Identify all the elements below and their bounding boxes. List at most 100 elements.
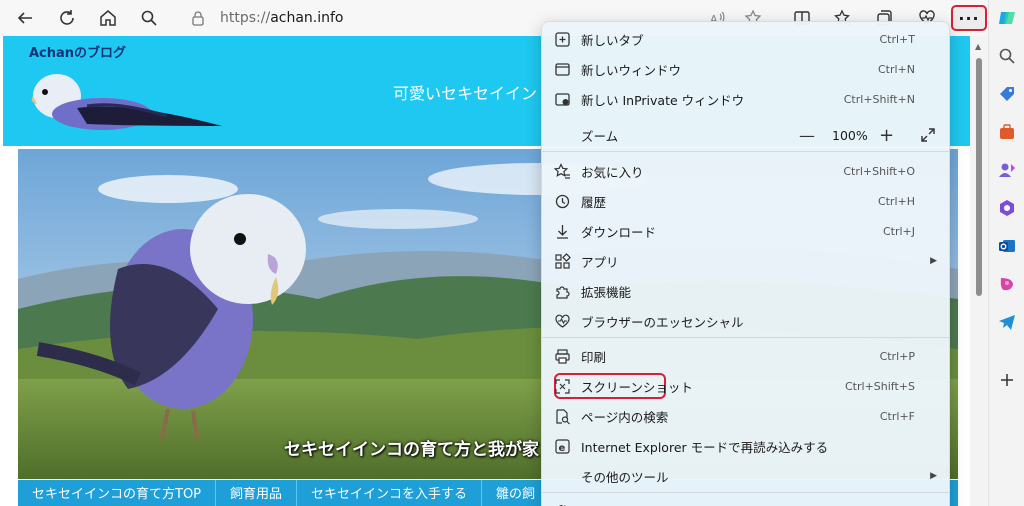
menu-item-screenshot[interactable]: スクリーンショット Ctrl+Shift+S <box>542 371 949 401</box>
search-icon <box>141 10 157 26</box>
find-on-page-label: ページ内の検索 <box>581 409 669 425</box>
chevron-right-icon: ▶ <box>930 256 937 266</box>
home-icon <box>100 10 116 26</box>
new-inprivate-shortcut: Ctrl+Shift+N <box>843 92 915 106</box>
favorites-shortcut: Ctrl+Shift+O <box>843 164 915 178</box>
menu-item-apps[interactable]: アプリ ▶ <box>542 246 949 276</box>
url-protocol: https:// <box>220 10 271 26</box>
settings-and-more-menu: 新しいタブ Ctrl+T 新しいウィンドウ Ctrl+N 新しい InPriva… <box>541 21 950 506</box>
print-label: 印刷 <box>581 349 607 365</box>
outlook-icon[interactable] <box>997 236 1017 256</box>
puzzle-piece-icon <box>553 282 571 300</box>
telegram-send-icon[interactable] <box>997 312 1017 332</box>
nav-item-chicks[interactable]: 雛の飼 <box>482 480 551 506</box>
new-window-shortcut: Ctrl+N <box>877 62 915 76</box>
chevron-right-icon: ▶ <box>930 471 937 481</box>
menu-item-browser-essentials[interactable]: ブラウザーのエッセンシャル <box>542 306 949 336</box>
downloads-shortcut: Ctrl+J <box>882 224 915 238</box>
new-tab-icon <box>553 30 571 48</box>
address-bar[interactable]: https://achan.info <box>190 8 344 28</box>
ie-mode-label: Internet Explorer モードで再読み込みする <box>581 439 829 455</box>
screenshot-label: スクリーンショット <box>581 379 693 395</box>
new-inprivate-label: 新しい InPrivate ウィンドウ <box>581 92 745 108</box>
refresh-button[interactable] <box>53 4 81 32</box>
add-sidebar-app-icon[interactable] <box>997 370 1017 390</box>
gear-icon <box>553 502 571 506</box>
heart-pulse-icon <box>553 312 571 330</box>
downloads-label: ダウンロード <box>581 224 657 240</box>
back-button[interactable] <box>11 4 39 32</box>
history-shortcut: Ctrl+H <box>877 194 915 208</box>
printer-icon <box>553 347 571 365</box>
find-page-icon <box>553 407 571 425</box>
more-tools-label: その他のツール <box>581 469 669 485</box>
menu-item-more-tools[interactable]: その他のツール ▶ <box>542 461 949 491</box>
history-icon <box>553 192 571 210</box>
zoom-label: ズーム <box>581 128 619 144</box>
nav-item-supplies[interactable]: 飼育用品 <box>216 480 298 506</box>
print-shortcut: Ctrl+P <box>879 349 915 363</box>
home-button[interactable] <box>94 4 122 32</box>
menu-item-history[interactable]: 履歴 Ctrl+H <box>542 186 949 216</box>
menu-divider <box>542 492 949 493</box>
shopping-tag-icon[interactable] <box>997 84 1017 104</box>
hero-caption: セキセイインコの育て方と我が家 <box>284 440 539 460</box>
refresh-icon <box>60 10 74 25</box>
history-label: 履歴 <box>581 194 607 210</box>
scroll-up-arrow-icon[interactable]: ▲ <box>975 42 981 51</box>
nav-item-acquire[interactable]: セキセイインコを入手する <box>297 480 483 506</box>
games-icon[interactable] <box>997 160 1017 180</box>
favorites-label: お気に入り <box>581 164 644 180</box>
zoom-out-button[interactable]: — <box>799 126 815 145</box>
inprivate-icon <box>553 90 571 108</box>
menu-item-downloads[interactable]: ダウンロード Ctrl+J <box>542 216 949 246</box>
new-window-label: 新しいウィンドウ <box>581 62 682 78</box>
scroll-thumb[interactable] <box>976 58 982 296</box>
screenshot-shortcut: Ctrl+Shift+S <box>845 379 915 393</box>
settings-label: 設定 <box>581 502 606 506</box>
favorites-icon <box>553 162 571 180</box>
menu-item-favorites[interactable]: お気に入り Ctrl+Shift+O <box>542 156 949 186</box>
menu-item-zoom: ズーム — 100% + <box>542 120 949 150</box>
download-icon <box>553 222 571 240</box>
svg-text:e: e <box>558 443 565 454</box>
new-window-icon <box>553 60 571 78</box>
microsoft-365-icon[interactable] <box>997 198 1017 218</box>
menu-item-ie-mode[interactable]: e Internet Explorer モードで再読み込みする <box>542 431 949 461</box>
blog-tagline: 可愛いセキセイイン <box>393 84 538 103</box>
browser-essentials-label: ブラウザーのエッセンシャル <box>581 314 744 330</box>
copilot-icon[interactable] <box>997 8 1017 28</box>
fullscreen-icon[interactable] <box>920 127 936 143</box>
apps-label: アプリ <box>581 254 619 270</box>
menu-divider <box>542 151 949 152</box>
page-scrollbar[interactable]: ▲ <box>972 36 986 506</box>
search-button[interactable] <box>135 4 163 32</box>
menu-item-find-on-page[interactable]: ページ内の検索 Ctrl+F <box>542 401 949 431</box>
nav-item-top[interactable]: セキセイインコの育て方TOP <box>18 480 217 506</box>
zoom-in-button[interactable]: + <box>879 125 894 146</box>
zoom-value: 100% <box>832 127 868 143</box>
menu-item-extensions[interactable]: 拡張機能 <box>542 276 949 306</box>
new-tab-shortcut: Ctrl+T <box>879 32 915 46</box>
url-host: achan.info <box>270 10 344 26</box>
apps-icon <box>553 252 571 270</box>
settings-and-more-button[interactable]: ··· <box>951 5 987 31</box>
menu-item-new-inprivate[interactable]: 新しい InPrivate ウィンドウ Ctrl+Shift+N <box>542 84 949 114</box>
sidebar-search-icon[interactable] <box>997 46 1017 66</box>
menu-item-settings[interactable]: 設定 <box>542 496 949 506</box>
edge-sidebar <box>988 0 1024 506</box>
menu-divider <box>542 337 949 338</box>
menu-item-new-window[interactable]: 新しいウィンドウ Ctrl+N <box>542 54 949 84</box>
menu-item-print[interactable]: 印刷 Ctrl+P <box>542 341 949 371</box>
tools-briefcase-icon[interactable] <box>997 122 1017 142</box>
budgie-logo-image <box>31 74 222 130</box>
lock-icon <box>192 11 204 26</box>
find-on-page-shortcut: Ctrl+F <box>879 409 915 423</box>
menu-item-new-tab[interactable]: 新しいタブ Ctrl+T <box>542 24 949 54</box>
designer-icon[interactable] <box>997 274 1017 294</box>
new-tab-label: 新しいタブ <box>581 32 644 48</box>
screenshot-icon <box>553 377 571 395</box>
arrow-left-icon <box>17 12 32 24</box>
internet-explorer-icon: e <box>553 437 571 455</box>
blog-title[interactable]: Achanのブログ <box>29 42 126 61</box>
